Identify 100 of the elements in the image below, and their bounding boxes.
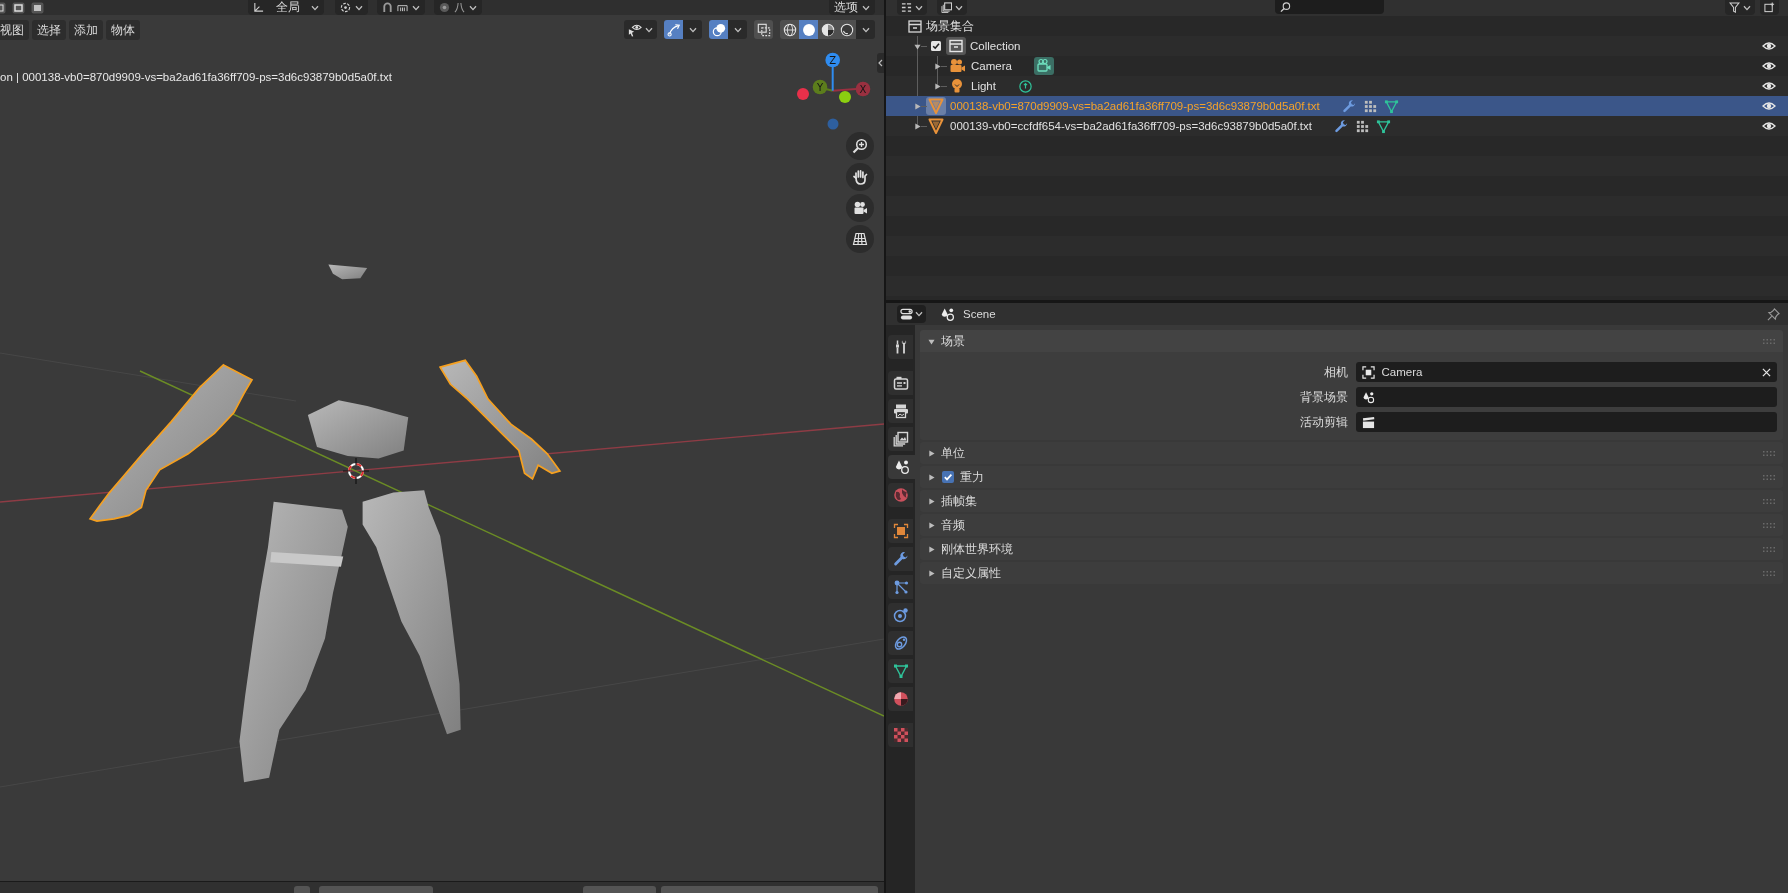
pan-button[interactable] <box>846 163 874 191</box>
properties-tab[interactable] <box>888 371 913 395</box>
panel-header[interactable]: 场景 <box>920 330 1783 352</box>
scene-field[interactable] <box>1355 387 1777 407</box>
vertex-groups-icon[interactable] <box>1362 98 1378 114</box>
properties-tab[interactable] <box>888 659 913 683</box>
panel-header[interactable]: 重力 <box>920 466 1783 488</box>
panel-header[interactable]: 插帧集 <box>920 490 1783 512</box>
snap-dropdown[interactable] <box>377 0 425 15</box>
light-data-icon[interactable] <box>1017 78 1033 94</box>
torso-mesh[interactable] <box>307 400 409 459</box>
z-axis-handle[interactable]: Z <box>825 52 840 92</box>
mesh-data-icon[interactable] <box>1383 98 1399 114</box>
eye-icon[interactable] <box>1762 41 1776 51</box>
camera-field[interactable]: Camera <box>1355 362 1777 382</box>
mesh-data-icon[interactable] <box>1376 118 1391 134</box>
selectability-dropdown[interactable] <box>624 20 657 39</box>
band-mesh[interactable] <box>270 551 344 567</box>
arm-mesh[interactable] <box>438 359 562 481</box>
menu-item[interactable]: 物体 <box>106 20 140 40</box>
sidebar-toggle-button[interactable] <box>877 53 884 73</box>
pivot-dropdown[interactable] <box>335 0 368 15</box>
negative-axis-handle[interactable] <box>839 91 851 103</box>
wrench-icon[interactable] <box>1334 118 1349 134</box>
disclosure-arrow-icon[interactable] <box>934 62 941 70</box>
new-collection-button[interactable] <box>1760 0 1779 15</box>
outliner-row[interactable]: Camera <box>886 56 1788 76</box>
properties-tab[interactable] <box>888 519 913 543</box>
xray-toggle[interactable] <box>754 20 773 39</box>
zoom-button[interactable] <box>846 132 874 160</box>
3d-cursor-icon[interactable] <box>342 457 370 485</box>
drag-handle-icon[interactable] <box>1763 450 1775 456</box>
camera-data-icon[interactable] <box>1033 57 1054 75</box>
properties-tab[interactable] <box>888 603 913 627</box>
properties-tab[interactable] <box>888 547 913 571</box>
negative-axis-handle[interactable] <box>827 118 839 130</box>
outliner-row[interactable]: Collection <box>886 36 1788 56</box>
eye-icon[interactable] <box>1762 121 1776 131</box>
eye-icon[interactable] <box>1762 61 1776 71</box>
disclosure-arrow-icon[interactable] <box>934 82 941 90</box>
outliner-item-label[interactable]: 场景集合 <box>926 18 974 34</box>
eye-icon[interactable] <box>1762 81 1776 91</box>
checkbox[interactable] <box>931 41 941 51</box>
clip-field[interactable] <box>1355 412 1777 432</box>
proportional-edit-dropdown[interactable] <box>434 0 482 15</box>
search-field[interactable] <box>1275 0 1384 14</box>
checkbox[interactable] <box>942 471 954 483</box>
eye-icon[interactable] <box>1762 101 1776 111</box>
ortho-toggle-button[interactable] <box>846 225 874 253</box>
outliner-row[interactable]: 000139-vb0=ccfdf654-vs=ba2ad61fa36ff709-ps=3d6c93879b0d5a0f.txt <box>886 116 1788 136</box>
menu-item[interactable]: 选择 <box>32 20 66 40</box>
negative-axis-handle[interactable] <box>797 88 809 100</box>
filter-dropdown[interactable] <box>1725 0 1755 15</box>
properties-tab[interactable] <box>888 687 913 711</box>
drag-handle-icon[interactable] <box>1763 522 1775 528</box>
pin-icon[interactable] <box>1767 307 1780 321</box>
camera-view-button[interactable] <box>846 194 874 222</box>
panel-header[interactable]: 刚体世界环境 <box>920 538 1783 560</box>
panel-header[interactable]: 自定义属性 <box>920 562 1783 584</box>
gizmo-toggle[interactable] <box>664 20 683 39</box>
overlays-menu-button[interactable] <box>728 20 747 39</box>
menu-item[interactable]: 添加 <box>69 20 103 40</box>
disclosure-arrow-icon[interactable] <box>928 337 935 345</box>
face-select-icon[interactable] <box>31 1 44 14</box>
gizmo-menu-button[interactable] <box>683 20 702 39</box>
display-mode-dropdown[interactable] <box>937 0 967 15</box>
clear-icon[interactable] <box>1762 367 1771 377</box>
leg-mesh[interactable] <box>239 501 348 783</box>
disclosure-arrow-icon[interactable] <box>928 473 935 481</box>
outliner-row[interactable]: Light <box>886 76 1788 96</box>
disclosure-arrow-icon[interactable] <box>928 497 935 505</box>
drag-handle-icon[interactable] <box>1763 546 1775 552</box>
properties-tab[interactable] <box>888 575 913 599</box>
outliner-row[interactable]: 000138-vb0=870d9909-vs=ba2ad61fa36ff709-ps=3d6c93879b0d5a0f.txt <box>886 96 1788 116</box>
leg-mesh[interactable] <box>362 490 461 735</box>
shading-menu-button[interactable] <box>856 20 875 39</box>
options-dropdown[interactable]: 选项 <box>829 0 875 15</box>
editor-type-dropdown[interactable] <box>897 0 927 15</box>
drag-handle-icon[interactable] <box>1763 338 1775 344</box>
orientation-dropdown[interactable]: 全局 <box>248 0 324 15</box>
disclosure-arrow-icon[interactable] <box>928 521 935 529</box>
properties-tab[interactable] <box>888 427 913 451</box>
overlays-toggle[interactable] <box>709 20 728 39</box>
menu-item[interactable]: 视图 <box>0 20 29 40</box>
drag-handle-icon[interactable] <box>1763 570 1775 576</box>
properties-tab[interactable] <box>888 335 913 359</box>
disclosure-arrow-icon[interactable] <box>914 102 921 110</box>
drag-handle-icon[interactable] <box>1763 498 1775 504</box>
properties-tab[interactable] <box>888 455 915 479</box>
arm-mesh[interactable] <box>88 363 254 522</box>
properties-tab[interactable] <box>888 399 913 423</box>
properties-tab[interactable] <box>888 631 913 655</box>
shading-mode-button[interactable] <box>780 20 799 39</box>
drag-handle-icon[interactable] <box>1763 474 1775 480</box>
vertex-groups-icon[interactable] <box>1355 118 1370 134</box>
editor-type-dropdown[interactable] <box>897 305 926 323</box>
panel-header[interactable]: 单位 <box>920 442 1783 464</box>
disclosure-arrow-icon[interactable] <box>928 449 935 457</box>
edge-select-icon[interactable] <box>12 1 25 14</box>
disclosure-arrow-icon[interactable] <box>928 545 935 553</box>
